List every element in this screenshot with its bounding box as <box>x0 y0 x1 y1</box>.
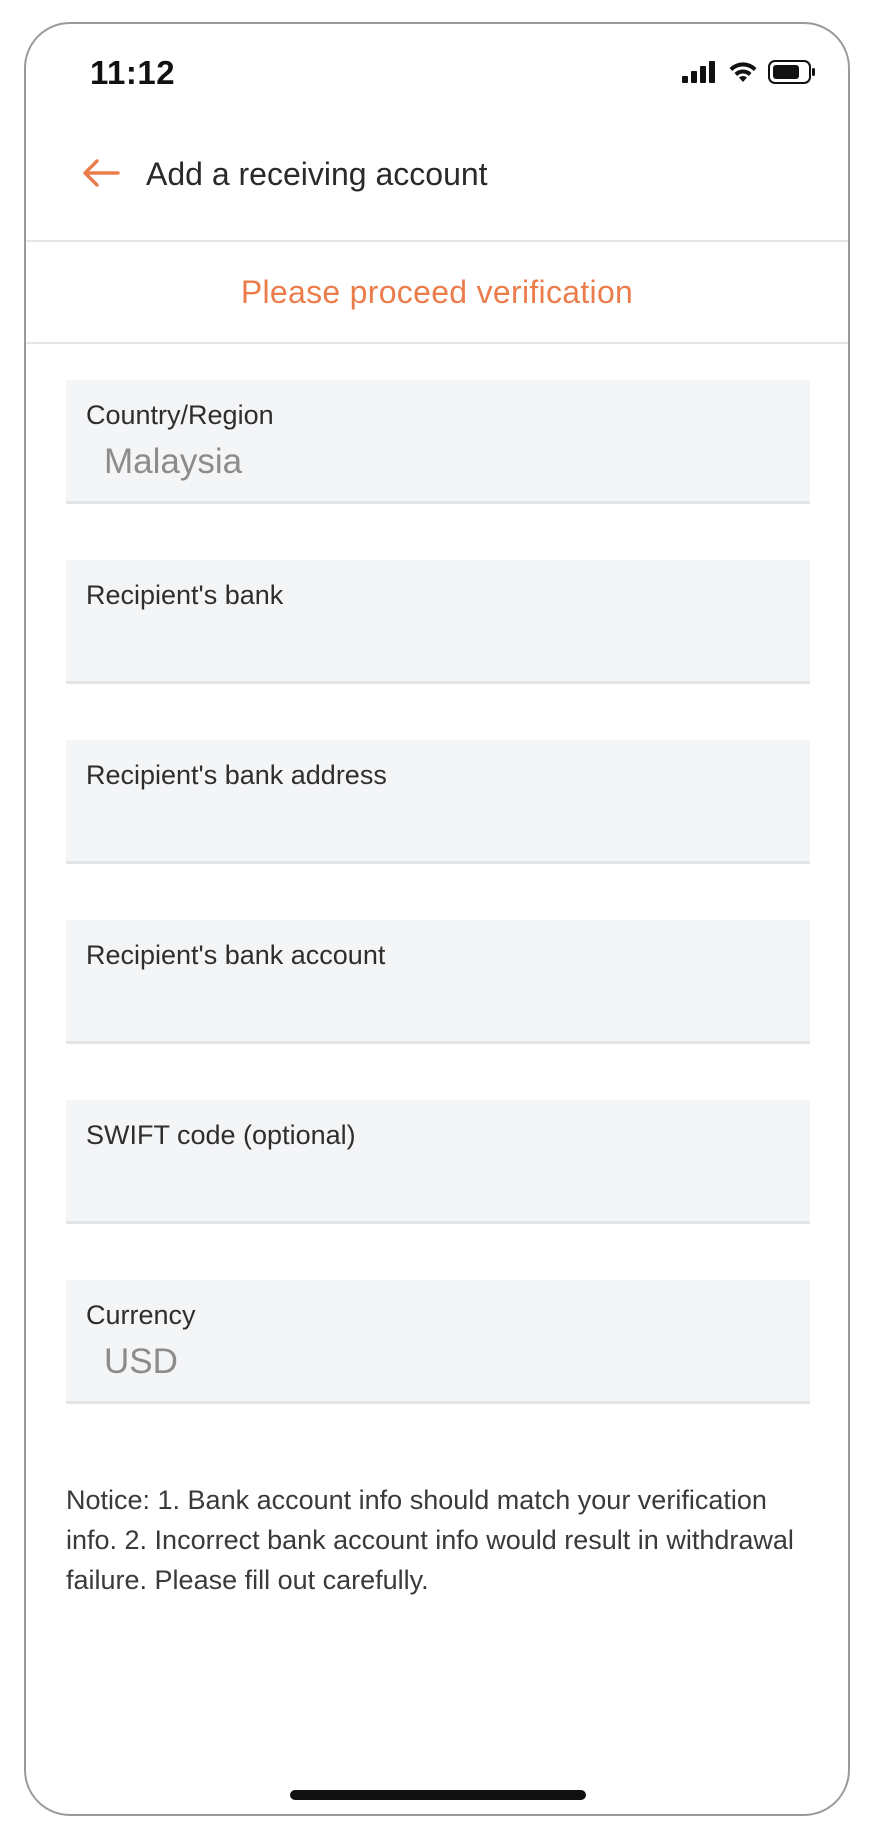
page-title: Add a receiving account <box>146 156 488 192</box>
verification-banner[interactable]: Please proceed verification <box>26 242 848 344</box>
verification-banner-text: Please proceed verification <box>240 273 634 310</box>
recipient-bank-address-field[interactable]: Recipient's bank address <box>66 740 810 864</box>
field-label: SWIFT code (optional) <box>86 1120 356 1150</box>
status-time: 11:12 <box>90 54 176 91</box>
back-button[interactable] <box>76 150 126 200</box>
country-region-field[interactable]: Country/Region Malaysia <box>66 380 810 504</box>
field-label: Recipient's bank address <box>86 760 387 790</box>
status-icons <box>682 60 816 89</box>
notice-text: Notice: 1. Bank account info should matc… <box>66 1485 794 1595</box>
arrow-left-icon <box>82 158 120 193</box>
field-value: Malaysia <box>104 442 243 481</box>
field-label: Currency <box>86 1300 196 1330</box>
recipient-bank-field[interactable]: Recipient's bank <box>66 560 810 684</box>
recipient-bank-account-field[interactable]: Recipient's bank account <box>66 920 810 1044</box>
swift-code-field[interactable]: SWIFT code (optional) <box>66 1100 810 1224</box>
field-label: Recipient's bank account <box>86 940 386 970</box>
phone-frame: 11:12 Add a receiving account Please pro… <box>24 22 850 1816</box>
field-label: Recipient's bank <box>86 580 284 610</box>
home-indicator[interactable] <box>290 1790 586 1800</box>
wifi-icon <box>728 61 758 88</box>
status-bar: 11:12 <box>26 24 848 124</box>
app-header: Add a receiving account <box>26 124 848 242</box>
currency-field[interactable]: Currency USD <box>66 1280 810 1404</box>
receiving-account-form: Country/Region Malaysia Recipient's bank… <box>66 380 810 1460</box>
field-label: Country/Region <box>86 400 274 430</box>
signal-icon <box>682 61 718 88</box>
battery-icon <box>768 60 816 89</box>
field-value: USD <box>104 1342 178 1381</box>
